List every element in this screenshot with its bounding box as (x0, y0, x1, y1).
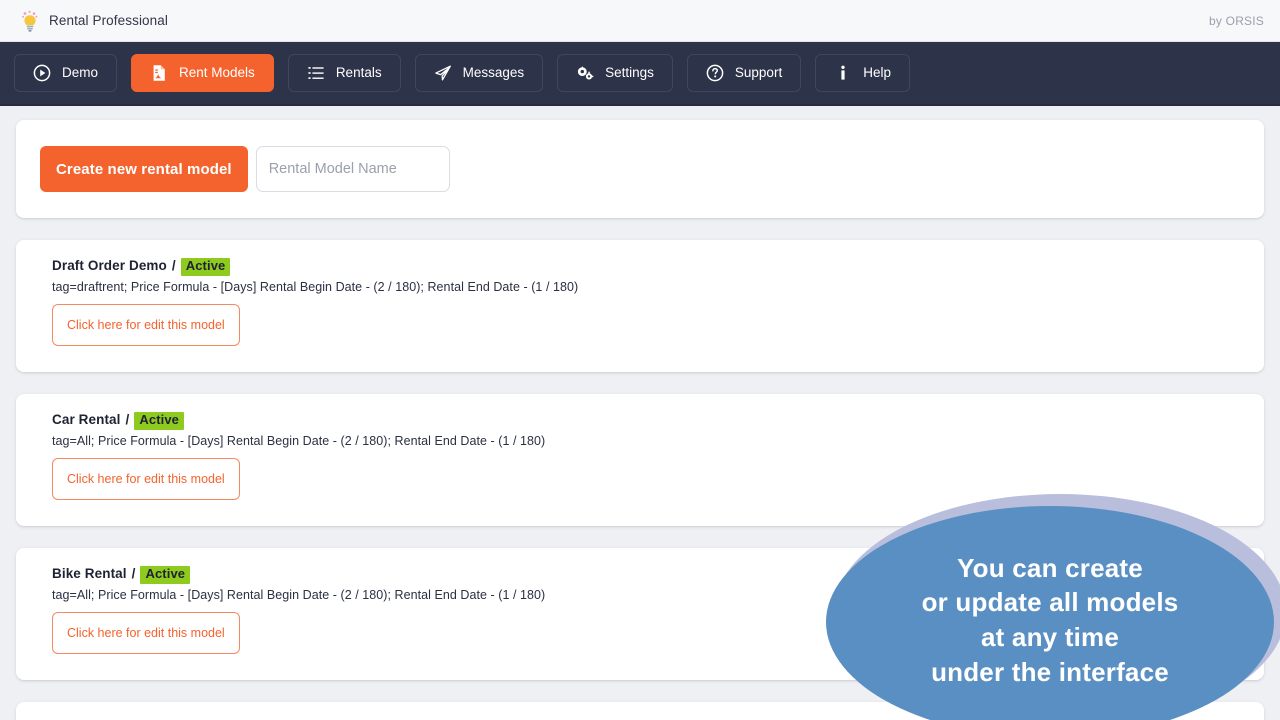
vendor-credit: by ORSIS (1209, 13, 1264, 28)
edit-model-button[interactable]: Click here for edit this model (52, 303, 240, 346)
model-name: Car Rental (52, 412, 121, 427)
nav-item-settings[interactable]: Settings (557, 54, 673, 92)
nav-item-rent-models[interactable]: Rent Models (131, 54, 274, 92)
model-title-row: Bike Rental / Active (52, 566, 1240, 584)
nav-label-support: Support (734, 65, 783, 81)
model-title-separator: / (125, 412, 130, 427)
model-name: Draft Order Demo (52, 258, 167, 273)
status-badge: Active (180, 258, 231, 276)
model-description: tag=All; Price Formula - [Days] Rental B… (52, 587, 546, 602)
model-title-separator: / (171, 258, 176, 273)
status-badge: Active (140, 566, 191, 584)
create-new-rental-model-button[interactable]: Create new rental model (40, 146, 248, 192)
nav-item-demo[interactable]: Demo (14, 54, 118, 92)
model-card-draft-order-demo: Draft Order Demo / Active tag=draftrent;… (16, 240, 1264, 372)
model-card-car-rental: Car Rental / Active tag=All; Price Formu… (16, 394, 1264, 526)
nav-label-help: Help (863, 65, 891, 81)
list-icon (308, 67, 324, 79)
content-area: Create new rental model Draft Order Demo… (0, 106, 1280, 720)
info-i-icon (841, 65, 845, 80)
model-card-bike-rental: Bike Rental / Active tag=All; Price Form… (16, 548, 1264, 680)
model-title-row: Draft Order Demo / Active (52, 258, 1240, 276)
create-model-panel: Create new rental model (16, 120, 1264, 218)
edit-model-button[interactable]: Click here for edit this model (52, 611, 240, 654)
nav-label-rentals: Rentals (335, 65, 382, 81)
nav-label-messages: Messages (462, 65, 525, 81)
model-description: tag=All; Price Formula - [Days] Rental B… (52, 433, 546, 448)
model-name: Bike Rental (52, 566, 127, 581)
rental-model-name-input[interactable] (255, 146, 450, 192)
lightbulb-idea-icon (22, 10, 38, 32)
nav-label-rent-models: Rent Models (179, 65, 255, 81)
edit-model-button[interactable]: Click here for edit this model (52, 457, 240, 500)
file-document-icon (153, 65, 165, 81)
model-title-separator: / (131, 566, 136, 581)
model-card-partial (16, 702, 1264, 720)
nav-label-demo: Demo (62, 65, 99, 81)
nav-item-support[interactable]: Support (686, 54, 802, 92)
nav-item-rentals[interactable]: Rentals (287, 54, 401, 92)
title-bar-left: Rental Professional (20, 10, 168, 32)
app-title: Rental Professional (49, 13, 168, 28)
title-bar: Rental Professional by ORSIS (0, 0, 1280, 42)
model-title-row: Car Rental / Active (52, 412, 1240, 430)
nav-item-messages[interactable]: Messages (414, 54, 544, 92)
model-description: tag=draftrent; Price Formula - [Days] Re… (52, 279, 579, 294)
nav-item-help[interactable]: Help (815, 54, 910, 92)
question-circle-icon (706, 64, 724, 82)
gears-icon (578, 66, 594, 80)
play-circle-icon (33, 64, 51, 82)
status-badge: Active (134, 412, 185, 430)
paper-plane-icon (434, 65, 451, 81)
main-navigation: Demo Rent Models Rentals Messages Settin… (0, 42, 1280, 106)
nav-label-settings: Settings (605, 65, 654, 81)
